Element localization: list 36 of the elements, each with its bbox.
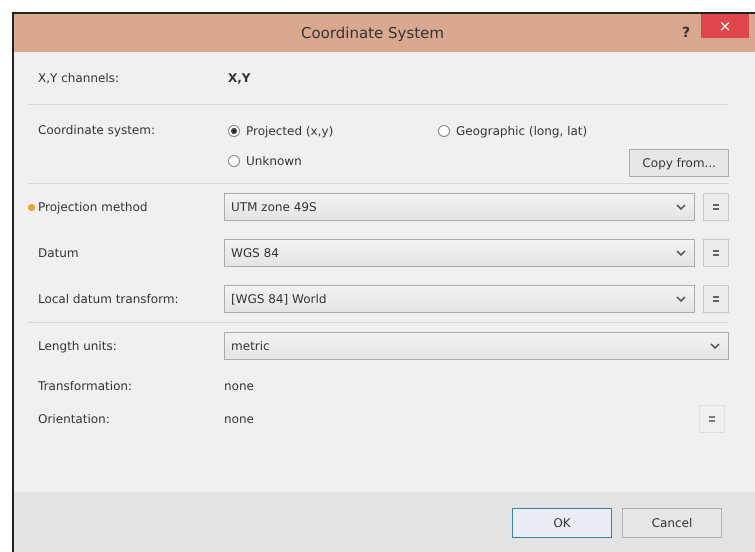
equals-icon: [712, 202, 720, 212]
chevron-down-icon: [676, 296, 686, 302]
close-button[interactable]: ×: [701, 14, 749, 38]
equals-icon: [712, 248, 720, 258]
options-button[interactable]: [703, 193, 729, 221]
dropdown-field[interactable]: WGS 84: [224, 239, 695, 267]
field-label: Datum: [38, 246, 80, 260]
options-button[interactable]: [699, 404, 725, 432]
window-title: Coordinate System: [300, 24, 445, 42]
field-label: Transformation:: [38, 378, 134, 392]
dropdown-field[interactable]: [WGS 84] World: [224, 285, 695, 313]
chevron-down-icon: [676, 250, 686, 256]
chevron-down-icon: [676, 204, 686, 210]
field-label: Orientation:: [38, 412, 111, 426]
channels-value: X,Y: [228, 71, 250, 85]
field-label: Projection method: [38, 200, 148, 214]
options-button[interactable]: [703, 239, 729, 267]
dropdown-field[interactable]: UTM zone 49S: [224, 193, 695, 221]
field-label: Coordinate system:: [38, 122, 156, 139]
help-button[interactable]: ?: [671, 24, 701, 42]
field-value: none: [224, 378, 255, 392]
field-label: Length units:: [38, 339, 118, 353]
dialog-button[interactable]: Cancel: [622, 508, 722, 538]
options-button[interactable]: [703, 285, 729, 313]
dialog-button[interactable]: OK: [512, 508, 612, 538]
radio-option[interactable]: Projected (x,y): [228, 119, 438, 143]
equals-icon: [708, 414, 716, 424]
field-label: Local datum transform:: [38, 292, 180, 306]
field-value: none: [224, 412, 255, 426]
radio-option[interactable]: Unknown: [228, 149, 438, 173]
chevron-down-icon: [710, 342, 720, 350]
equals-icon: [712, 294, 720, 304]
dropdown-field[interactable]: metric: [224, 332, 729, 360]
radio-option[interactable]: Geographic (long, lat): [438, 119, 729, 143]
field-label: X,Y channels:: [38, 71, 120, 85]
copy-from-button[interactable]: Copy from...: [629, 149, 729, 177]
